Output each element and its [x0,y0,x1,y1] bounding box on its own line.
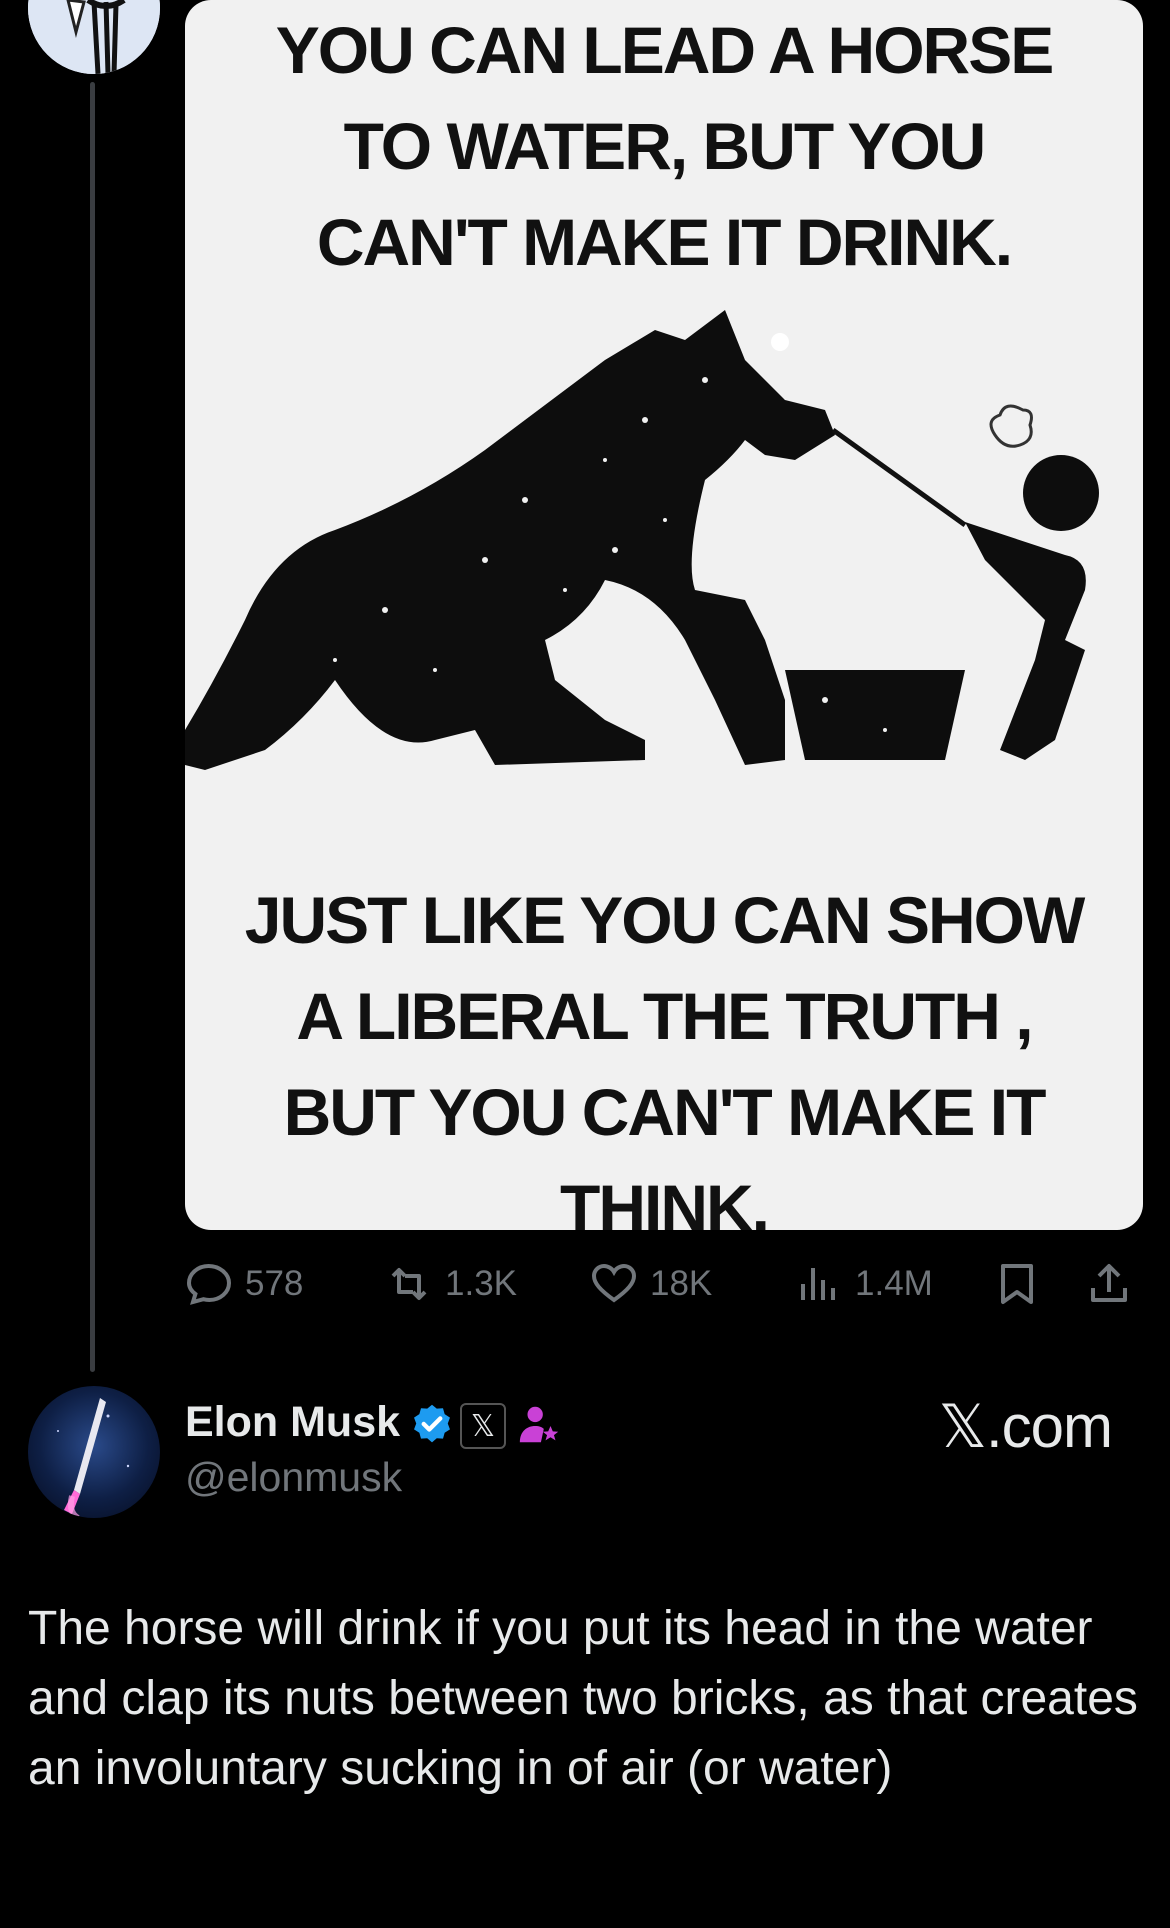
author-handle[interactable]: @elonmusk [185,1454,402,1501]
views-button[interactable]: 1.4M [795,1258,933,1310]
horse-illustration [185,310,1099,770]
x-affiliation-badge[interactable]: 𝕏 [460,1403,506,1449]
views-count: 1.4M [855,1264,933,1303]
post-image[interactable]: YOU CAN LEAD A HORSE TO WATER, BUT YOU C… [185,0,1143,1230]
like-icon [591,1263,637,1303]
thread-connector-line [90,82,95,1372]
reply-icon [186,1263,232,1305]
repost-count: 1.3K [445,1264,517,1303]
repost-icon [391,1268,427,1300]
bookmark-icon [1001,1264,1033,1304]
share-button[interactable] [1085,1258,1145,1310]
x-dot-com-watermark: 𝕏.com [938,1393,1113,1460]
author-name[interactable]: Elon Musk [185,1398,400,1447]
views-icon [801,1268,835,1300]
affiliate-person-star-icon[interactable] [516,1402,562,1448]
meme-bottom-text: JUST LIKE YOU CAN SHOW A LIBERAL THE TRU… [185,872,1143,1230]
meme-bottom-line: THINK. [560,1171,770,1230]
meme-bottom-line: JUST LIKE YOU CAN SHOW [244,883,1086,957]
post-body-text: The horse will drink if you put its head… [28,1602,1138,1795]
meme-bottom-line: BUT YOU CAN'T MAKE IT [283,1075,1047,1149]
verified-badge-icon[interactable] [410,1402,454,1446]
reply-button[interactable]: 578 [185,1258,303,1310]
author-avatar[interactable] [28,1386,160,1518]
repost-button[interactable]: 1.3K [385,1258,517,1310]
meme-top-line: TO WATER, BUT YOU [343,109,987,183]
x-logo-icon: 𝕏 [470,1409,496,1443]
previous-author-avatar[interactable] [28,0,160,74]
meme-top-line: YOU CAN LEAD A HORSE [275,13,1055,87]
share-icon [1091,1264,1127,1302]
meme-bottom-line: A LIBERAL THE TRUTH , [296,979,1033,1053]
meme-top-text: YOU CAN LEAD A HORSE TO WATER, BUT YOU C… [185,2,1143,290]
like-button[interactable]: 18K [590,1258,712,1310]
reply-count: 578 [245,1264,304,1303]
post-action-bar: 578 1.3K 18K 1.4M [185,1258,1145,1310]
like-count: 18K [650,1264,713,1303]
bookmark-button[interactable] [993,1258,1053,1310]
